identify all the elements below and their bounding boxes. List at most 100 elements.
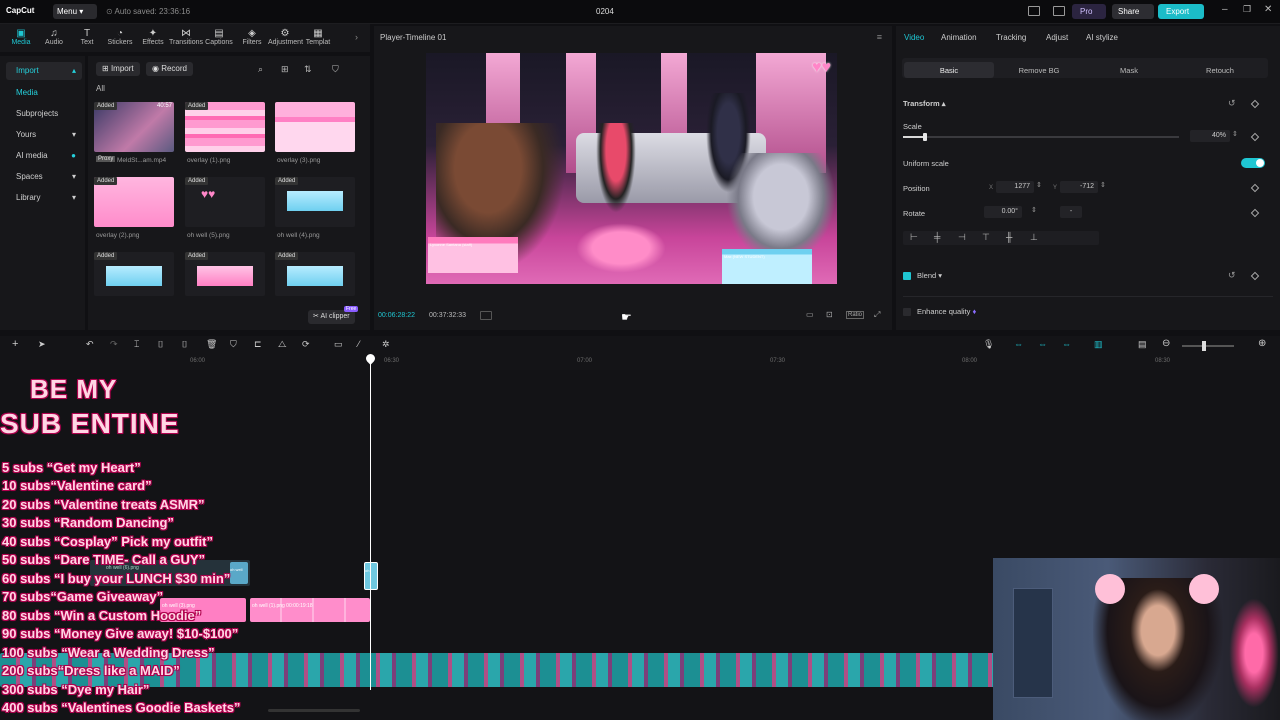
media-item[interactable]: Added bbox=[185, 252, 265, 296]
scale-slider[interactable] bbox=[903, 133, 1179, 141]
chevron-right-icon[interactable]: › bbox=[355, 32, 358, 42]
time-ruler[interactable]: 06:00 06:30 07:00 07:30 08:00 08:30 bbox=[0, 354, 1280, 370]
close-icon[interactable]: ✕ bbox=[1264, 4, 1272, 15]
stepper-icon[interactable]: ⇕ bbox=[1031, 206, 1037, 214]
subtab-retouch[interactable]: Retouch bbox=[1174, 62, 1266, 78]
media-item[interactable]: Added 40:57 bbox=[94, 102, 174, 152]
rotate-input[interactable]: 0.00° bbox=[984, 206, 1022, 218]
ai-clipper-button[interactable]: ✂ AI clipper bbox=[308, 310, 355, 324]
marker-icon[interactable]: ⛉ bbox=[230, 339, 237, 350]
media-item[interactable]: Added ♥♥ bbox=[185, 177, 265, 227]
link-icon[interactable]: ⇔ bbox=[1014, 339, 1023, 349]
transform-heading[interactable]: Transform ▴ bbox=[903, 99, 946, 108]
tab-media[interactable]: ▣ Media bbox=[4, 28, 38, 46]
media-item[interactable]: Added bbox=[94, 177, 174, 227]
media-item[interactable]: Added bbox=[275, 252, 355, 296]
select-tool-icon[interactable]: ➤ bbox=[38, 339, 46, 350]
search-icon[interactable]: ⌕ bbox=[258, 64, 263, 75]
blend-checkbox[interactable] bbox=[903, 272, 911, 280]
import-button[interactable]: ⊞ Import bbox=[96, 62, 140, 76]
layout-icon[interactable] bbox=[1028, 6, 1040, 16]
crop-icon[interactable]: ⊏ bbox=[254, 339, 262, 350]
align-left-icon[interactable]: ⊢ bbox=[910, 232, 918, 243]
caption-icon[interactable]: ▤ bbox=[1138, 339, 1147, 350]
stepper-icon[interactable]: ⇕ bbox=[1036, 181, 1042, 189]
timeline-scrollbar[interactable] bbox=[268, 709, 360, 712]
align-top-icon[interactable]: ⊤ bbox=[982, 232, 990, 243]
filter-icon[interactable]: ⛉ bbox=[332, 64, 339, 75]
align-center-icon[interactable]: ╪ bbox=[934, 232, 940, 242]
menu-button[interactable]: Menu ▾ bbox=[53, 4, 97, 19]
nav-ai-media[interactable]: AI media ● bbox=[6, 147, 82, 165]
player-menu-icon[interactable]: ≡ bbox=[877, 32, 882, 42]
blend-label[interactable]: Blend ▾ bbox=[917, 271, 942, 280]
tab-tracking[interactable]: Tracking bbox=[996, 33, 1026, 42]
nav-import[interactable]: Import ▴ bbox=[6, 62, 82, 80]
tab-audio[interactable]: ♫ Audio bbox=[37, 28, 71, 46]
auto-cut-icon[interactable]: ⁄ bbox=[358, 339, 360, 349]
zoom-in-icon[interactable]: ⊕ bbox=[1258, 338, 1266, 349]
enhance-quality-label[interactable]: Enhance quality ♦ bbox=[917, 307, 976, 316]
timeline-clip[interactable]: oh well bbox=[230, 562, 248, 584]
delete-icon[interactable]: 🗑 bbox=[206, 339, 217, 350]
uniform-scale-toggle[interactable] bbox=[1241, 158, 1265, 168]
timeline-clip[interactable]: oh well (1).png 00:00:19:18 bbox=[250, 598, 370, 622]
tab-filters[interactable]: ◈ Filters bbox=[235, 28, 269, 46]
fullscreen-preview-icon[interactable]: ▭ bbox=[806, 310, 814, 319]
pro-button[interactable]: Pro bbox=[1072, 4, 1106, 19]
reset-icon[interactable]: ↺ bbox=[1228, 270, 1236, 281]
zoom-handle[interactable] bbox=[1202, 341, 1206, 351]
align-right-icon[interactable]: ⊣ bbox=[958, 232, 966, 243]
position-x-input[interactable]: 1277 bbox=[996, 181, 1034, 193]
media-item[interactable]: Added bbox=[185, 102, 265, 152]
align-middle-icon[interactable]: ╫ bbox=[1006, 232, 1012, 242]
microphone-icon[interactable]: 🎙 bbox=[983, 339, 994, 350]
tab-adjustment[interactable]: ⚙ Adjustment bbox=[268, 28, 303, 46]
view-grid-icon[interactable]: ⊞ bbox=[281, 64, 289, 75]
video-preview[interactable]: ♥♥ Lyvonne Santana (staff) Max (NEW STUD… bbox=[426, 53, 837, 284]
rotate-extra[interactable]: - bbox=[1060, 206, 1082, 218]
tab-templates[interactable]: ▦ Templat bbox=[301, 28, 335, 46]
rotate-icon[interactable]: ⟳ bbox=[302, 339, 310, 350]
scale-input[interactable]: 40% bbox=[1190, 130, 1230, 142]
nav-library[interactable]: Library ▾ bbox=[6, 189, 82, 207]
sort-icon[interactable]: ⇅ bbox=[304, 64, 312, 75]
playhead[interactable] bbox=[370, 356, 371, 690]
share-button[interactable]: Share bbox=[1112, 4, 1154, 19]
align-bottom-icon[interactable]: ⊥ bbox=[1030, 232, 1038, 243]
nav-spaces[interactable]: Spaces ▾ bbox=[6, 168, 82, 186]
minimize-icon[interactable]: – bbox=[1222, 4, 1228, 15]
tab-effects[interactable]: ✦ Effects bbox=[136, 28, 170, 46]
snap-icon[interactable]: ⇔ bbox=[1038, 339, 1047, 349]
tab-stickers[interactable]: ◔ Stickers bbox=[103, 28, 137, 46]
magic-icon[interactable]: ✲ bbox=[382, 339, 390, 350]
tab-adjust[interactable]: Adjust bbox=[1046, 33, 1068, 42]
keyframe-icon[interactable] bbox=[1250, 132, 1260, 142]
export-button[interactable]: Export bbox=[1158, 4, 1204, 19]
snapshot-icon[interactable]: ⊡ bbox=[826, 310, 833, 319]
subtab-mask[interactable]: Mask bbox=[1084, 62, 1174, 78]
tab-text[interactable]: T Text bbox=[70, 28, 104, 46]
zoom-slider[interactable] bbox=[1182, 341, 1234, 351]
tab-animation[interactable]: Animation bbox=[941, 33, 977, 42]
keyframe-icon[interactable] bbox=[1250, 183, 1260, 193]
media-item[interactable]: Added bbox=[275, 177, 355, 227]
position-y-input[interactable]: -712 bbox=[1060, 181, 1098, 193]
keyframe-icon[interactable] bbox=[1250, 271, 1260, 281]
reset-icon[interactable]: ↺ bbox=[1228, 98, 1236, 109]
zoom-out-icon[interactable]: ⊖ bbox=[1162, 338, 1170, 349]
subtab-remove-bg[interactable]: Remove BG bbox=[994, 62, 1084, 78]
enhance-checkbox[interactable] bbox=[903, 308, 911, 316]
timeline-clip-selected[interactable]: oh bbox=[364, 562, 378, 590]
stepper-icon[interactable]: ⇕ bbox=[1232, 130, 1238, 138]
mirror-icon[interactable]: ⧍ bbox=[278, 339, 286, 350]
track-mode-icon[interactable]: ▥ bbox=[1094, 339, 1103, 350]
nav-media[interactable]: Media bbox=[6, 84, 82, 102]
media-item[interactable] bbox=[275, 102, 355, 152]
tab-captions[interactable]: ▤ Captions bbox=[202, 28, 236, 46]
split-right-icon[interactable]: ⌷ bbox=[182, 339, 187, 350]
split-icon[interactable]: ⌶ bbox=[134, 339, 139, 350]
freeze-icon[interactable]: ▭ bbox=[334, 339, 343, 350]
preview-axis-icon[interactable]: ⇔ bbox=[1062, 339, 1071, 349]
tab-video[interactable]: Video bbox=[904, 33, 924, 42]
